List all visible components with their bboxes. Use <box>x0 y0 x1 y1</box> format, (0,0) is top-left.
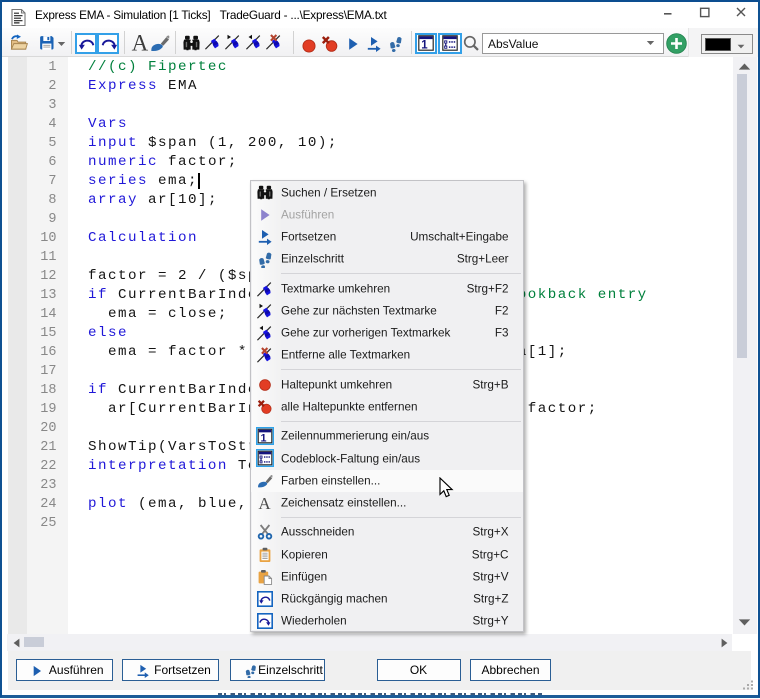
svg-text:A: A <box>132 32 149 54</box>
